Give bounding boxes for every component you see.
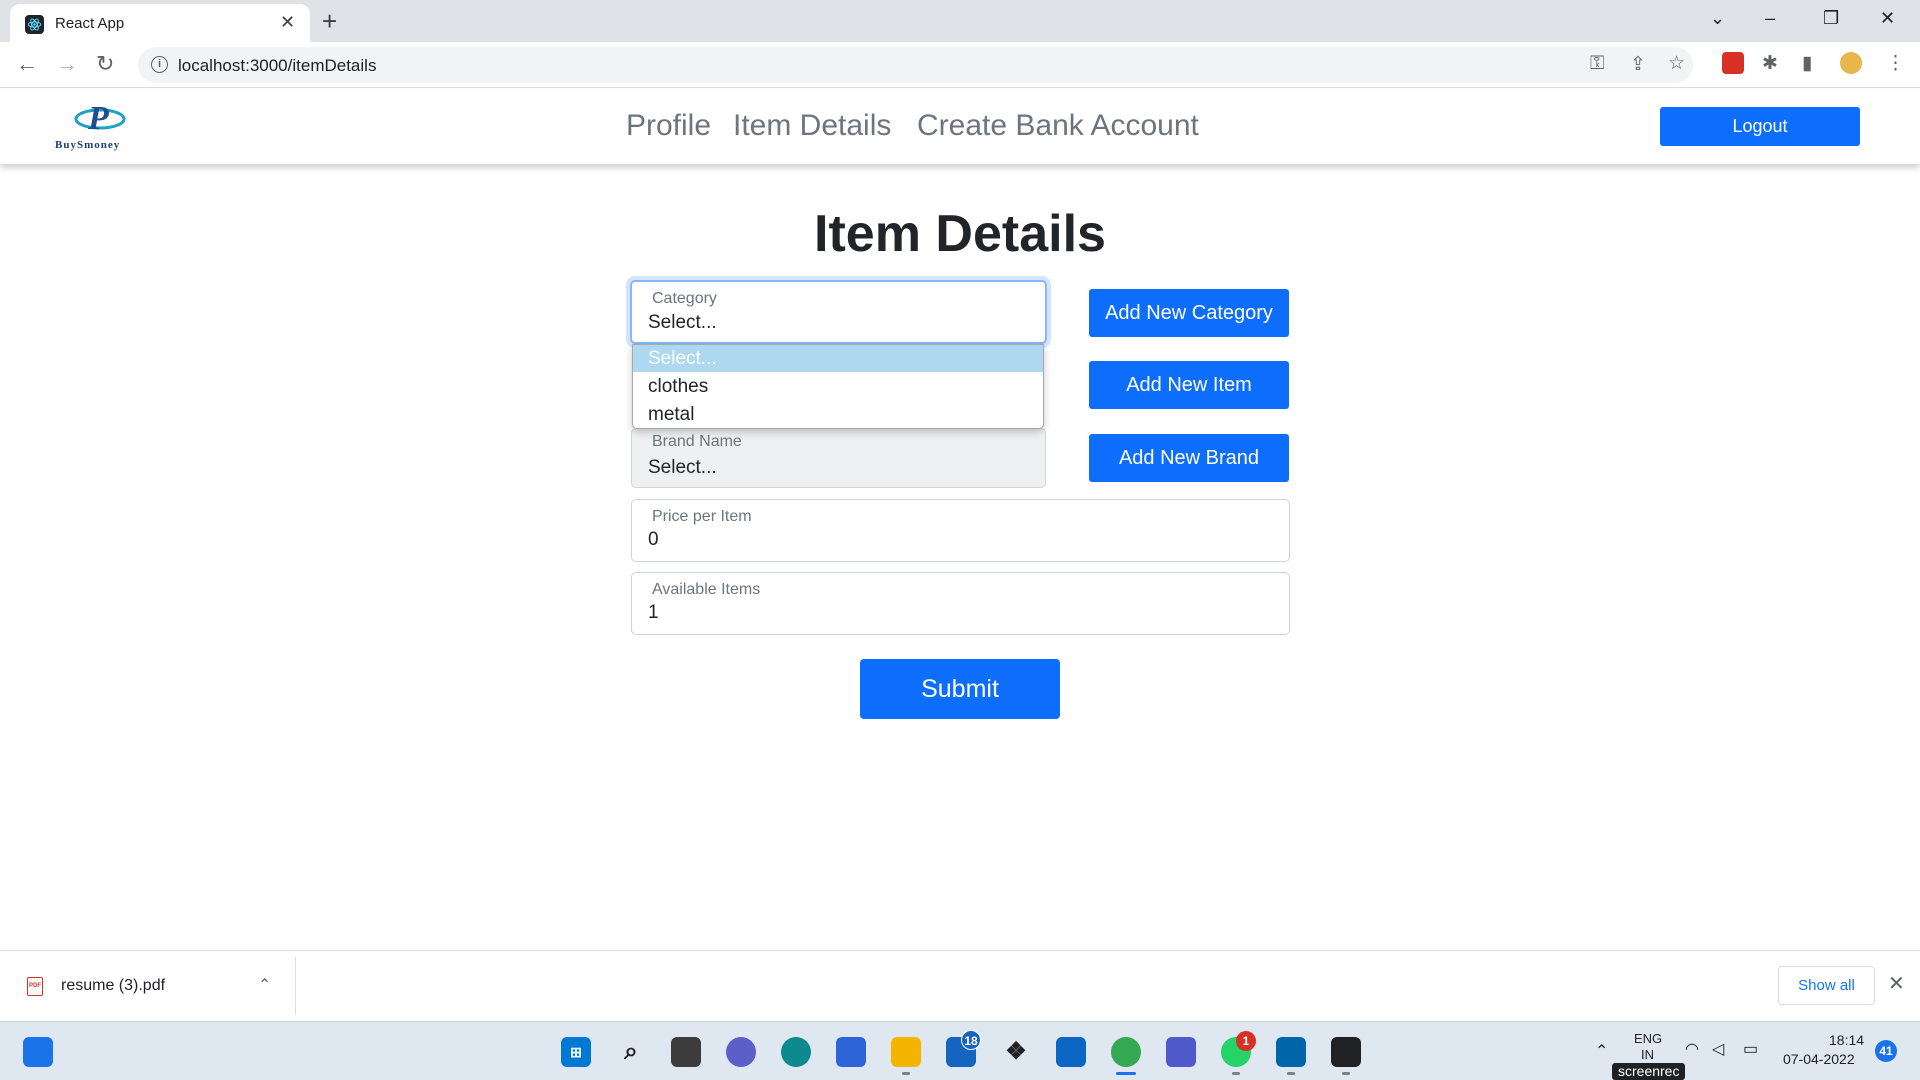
dropbox-icon[interactable]: ❖ [1001, 1037, 1031, 1067]
nav-profile-link[interactable]: Profile [626, 109, 711, 143]
category-select[interactable]: Category Select... [630, 280, 1047, 344]
available-items-value[interactable]: 1 [648, 602, 659, 624]
category-dropdown-list: Select... clothes metal [632, 344, 1044, 429]
tab-title: React App [55, 15, 125, 32]
profile-avatar-icon[interactable] [1840, 52, 1862, 74]
app-navbar: P BuySmoney Profile Item Details Create … [0, 89, 1920, 164]
whatsapp-badge: 1 [1236, 1031, 1256, 1051]
nav-item-details-link[interactable]: Item Details [733, 109, 891, 143]
vscode-running-indicator [1287, 1072, 1295, 1075]
available-items-label: Available Items [652, 581, 761, 598]
microsoft-store-icon[interactable] [836, 1037, 866, 1067]
chat-icon[interactable] [726, 1037, 756, 1067]
teams-icon[interactable] [1166, 1037, 1196, 1067]
extension-red-icon[interactable] [1722, 52, 1744, 74]
whatsapp-running-indicator [1232, 1072, 1240, 1075]
category-label: Category [652, 290, 717, 307]
site-info-icon[interactable]: i [151, 56, 168, 73]
browser-tab[interactable]: React App ✕ [10, 4, 310, 42]
search-icon[interactable]: ⌕ [616, 1037, 646, 1067]
azure-icon[interactable] [1056, 1037, 1086, 1067]
terminal-icon[interactable] [1331, 1037, 1361, 1067]
svg-text:P: P [87, 100, 109, 137]
battery-icon[interactable]: ▭ [1743, 1039, 1758, 1059]
chrome-icon[interactable] [1111, 1037, 1141, 1067]
terminal-running-indicator [1342, 1072, 1350, 1075]
tab-close-icon[interactable]: ✕ [280, 12, 295, 33]
window-close-icon[interactable]: ✕ [1880, 8, 1895, 29]
brand-name-label: Brand Name [652, 433, 742, 450]
price-per-item-field[interactable]: Price per Item 0 [631, 499, 1290, 562]
language-line1[interactable]: ENG [1634, 1031, 1662, 1046]
download-divider [295, 957, 296, 1015]
logout-button[interactable]: Logout [1660, 107, 1860, 146]
download-bar-close-icon[interactable]: ✕ [1888, 971, 1905, 996]
brand-name-select[interactable]: Brand Name Select... [631, 428, 1046, 488]
mail-badge: 18 [961, 1030, 981, 1050]
address-bar[interactable]: i localhost:3000/itemDetails ⚿ ⇪ ☆ [138, 47, 1693, 83]
vscode-icon[interactable] [1276, 1037, 1306, 1067]
browser-toolbar: ← → ↻ i localhost:3000/itemDetails ⚿ ⇪ ☆… [0, 42, 1920, 88]
screenrec-watermark: screenrec [1612, 1063, 1686, 1080]
react-favicon-icon [25, 15, 44, 34]
clock-time[interactable]: 18:14 [1829, 1032, 1864, 1048]
explorer-running-indicator [902, 1072, 910, 1075]
category-value: Select... [648, 312, 717, 333]
brand-name-value: Select... [648, 457, 717, 478]
edge-browser-icon[interactable] [781, 1037, 811, 1067]
kebab-menu-icon[interactable]: ⋮ [1886, 52, 1905, 75]
browser-tab-strip: React App ✕ + ⌄ – ❐ ✕ [0, 0, 1920, 42]
chevron-up-icon[interactable]: ⌃ [258, 975, 271, 995]
windows-start-icon[interactable]: ⊞ [561, 1037, 591, 1067]
buysmoney-logo-icon[interactable]: P [74, 97, 126, 142]
category-option-metal[interactable]: metal [633, 401, 1043, 428]
brand-text: BuySmoney [55, 139, 121, 151]
notification-count-badge[interactable]: 41 [1875, 1040, 1897, 1062]
reload-icon[interactable]: ↻ [96, 51, 114, 77]
side-panel-icon[interactable]: ▮ [1802, 52, 1812, 75]
url-text[interactable]: localhost:3000/itemDetails [178, 56, 376, 76]
add-new-item-button[interactable]: Add New Item [1089, 361, 1289, 409]
show-all-downloads-button[interactable]: Show all [1778, 966, 1875, 1005]
minimize-icon[interactable]: – [1765, 8, 1775, 29]
wifi-icon[interactable]: ◠ [1685, 1039, 1699, 1059]
page-title: Item Details [814, 205, 1106, 263]
clock-date[interactable]: 07-04-2022 [1783, 1051, 1855, 1067]
file-explorer-icon[interactable] [891, 1037, 921, 1067]
windows-taskbar: ⊞ ⌕ 18 ❖ 1 ⌃ ENG IN ◠ ◁ ▭ 18:14 07-04-20… [0, 1021, 1920, 1080]
tray-chevron-up-icon[interactable]: ⌃ [1595, 1041, 1608, 1061]
add-new-brand-button[interactable]: Add New Brand [1089, 434, 1289, 482]
download-filename[interactable]: resume (3).pdf [61, 977, 165, 995]
new-tab-icon[interactable]: + [322, 6, 337, 37]
submit-button[interactable]: Submit [860, 659, 1060, 719]
share-icon[interactable]: ⇪ [1630, 53, 1646, 76]
download-bar: PDF resume (3).pdf ⌃ Show all ✕ [0, 950, 1920, 1021]
price-per-item-value[interactable]: 0 [648, 529, 659, 551]
category-option-clothes[interactable]: clothes [633, 373, 1043, 400]
key-icon[interactable]: ⚿ [1590, 53, 1604, 75]
nav-create-bank-account-link[interactable]: Create Bank Account [917, 109, 1199, 143]
puzzle-extensions-icon[interactable]: ✱ [1762, 52, 1778, 75]
back-icon[interactable]: ← [16, 51, 38, 77]
price-per-item-label: Price per Item [652, 508, 752, 525]
restore-icon[interactable]: ❐ [1823, 8, 1839, 29]
volume-icon[interactable]: ◁ [1712, 1039, 1724, 1059]
widgets-icon[interactable] [23, 1037, 53, 1067]
tab-search-chevron-icon[interactable]: ⌄ [1710, 8, 1725, 29]
pdf-file-icon: PDF [27, 977, 43, 996]
bookmark-star-icon[interactable]: ☆ [1668, 52, 1685, 75]
chrome-active-indicator [1116, 1072, 1136, 1075]
language-line2[interactable]: IN [1641, 1047, 1654, 1062]
forward-icon[interactable]: → [56, 51, 78, 77]
add-new-category-button[interactable]: Add New Category [1089, 289, 1289, 337]
available-items-field[interactable]: Available Items 1 [631, 572, 1290, 635]
category-option-select[interactable]: Select... [633, 345, 1043, 372]
task-view-icon[interactable] [671, 1037, 701, 1067]
